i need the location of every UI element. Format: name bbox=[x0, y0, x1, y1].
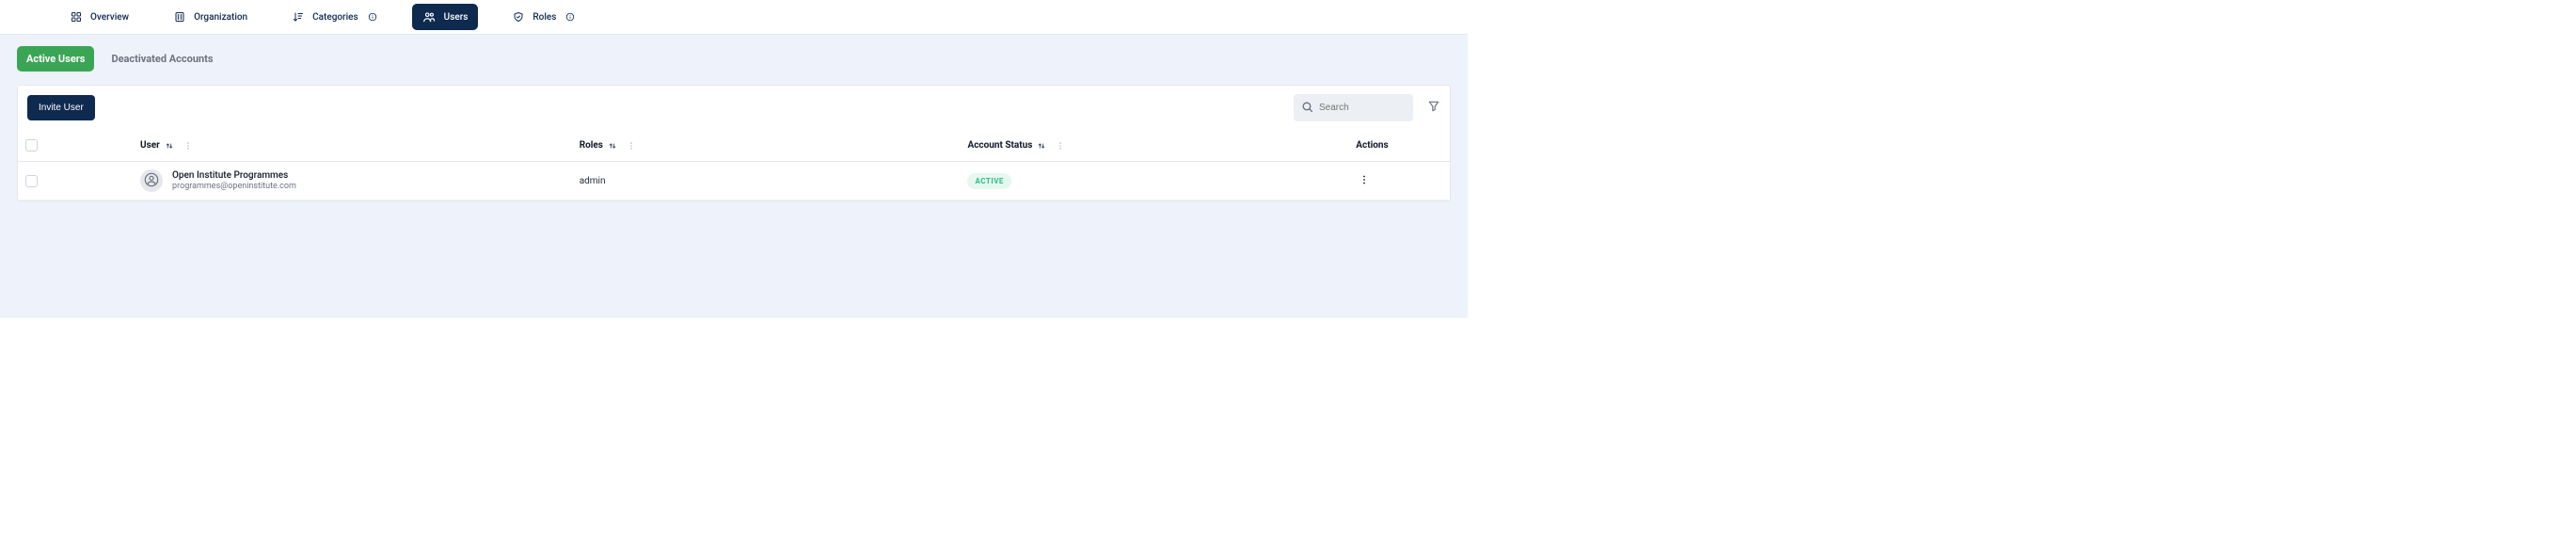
search-icon bbox=[1301, 99, 1313, 117]
nav-categories[interactable]: Categories bbox=[282, 5, 388, 29]
sort-arrows-icon[interactable] bbox=[1037, 141, 1046, 151]
tabs-row: Active Users Deactivated Accounts bbox=[17, 46, 1451, 72]
nav-roles[interactable]: Roles bbox=[502, 5, 585, 29]
nav-organization[interactable]: Organization bbox=[164, 5, 258, 29]
search-input[interactable] bbox=[1319, 103, 1406, 113]
filter-button[interactable] bbox=[1427, 102, 1440, 115]
user-name: Open Institute Programmes bbox=[172, 170, 296, 182]
tab-label: Deactivated Accounts bbox=[111, 53, 213, 65]
vertical-dots-icon[interactable] bbox=[1056, 141, 1065, 151]
user-circle-icon bbox=[144, 172, 159, 190]
sort-arrows-icon[interactable] bbox=[165, 141, 174, 151]
vertical-dots-icon[interactable] bbox=[183, 141, 193, 151]
funnel-icon bbox=[1427, 99, 1440, 117]
nav-label: Users bbox=[444, 12, 469, 23]
table-header-row: User bbox=[18, 130, 1450, 162]
col-header-user: User bbox=[140, 140, 160, 151]
button-label: Invite User bbox=[39, 103, 84, 113]
table-row: Open Institute Programmes programmes@ope… bbox=[18, 162, 1450, 200]
top-nav: Overview Organization Categories bbox=[0, 0, 1468, 35]
nav-label: Categories bbox=[312, 12, 358, 23]
row-actions-button[interactable] bbox=[1356, 172, 1373, 189]
col-header-actions: Actions bbox=[1356, 140, 1388, 151]
nav-users[interactable]: Users bbox=[412, 4, 479, 30]
col-header-roles: Roles bbox=[580, 140, 603, 151]
page-area: Active Users Deactivated Accounts Invite… bbox=[0, 35, 1468, 318]
sort-arrows-icon[interactable] bbox=[608, 141, 617, 151]
invite-user-button[interactable]: Invite User bbox=[27, 95, 95, 120]
nav-overview[interactable]: Overview bbox=[60, 5, 139, 29]
tab-deactivated-accounts[interactable]: Deactivated Accounts bbox=[102, 46, 222, 72]
vertical-dots-icon[interactable] bbox=[627, 141, 636, 151]
tab-label: Active Users bbox=[26, 53, 85, 65]
building-icon bbox=[174, 11, 185, 23]
grid-icon bbox=[71, 11, 82, 23]
select-all-checkbox[interactable] bbox=[25, 139, 38, 152]
user-email: programmes@openinstitute.com bbox=[172, 182, 296, 192]
tab-active-users[interactable]: Active Users bbox=[17, 46, 94, 72]
status-badge: ACTIVE bbox=[967, 173, 1010, 189]
vertical-dots-icon bbox=[1359, 174, 1370, 188]
col-header-status: Account Status bbox=[967, 140, 1032, 151]
row-checkbox[interactable] bbox=[25, 175, 38, 187]
nav-label: Roles bbox=[533, 12, 556, 23]
users-table: User bbox=[18, 130, 1450, 200]
role-value: admin bbox=[580, 176, 606, 186]
info-circle-icon[interactable] bbox=[368, 12, 377, 22]
users-card: Invite User bbox=[17, 85, 1451, 201]
nav-label: Overview bbox=[90, 12, 129, 23]
avatar bbox=[140, 169, 163, 192]
card-toolbar: Invite User bbox=[18, 86, 1450, 130]
shield-check-icon bbox=[513, 11, 524, 23]
users-group-icon bbox=[422, 10, 436, 24]
nav-label: Organization bbox=[194, 12, 247, 23]
sort-desc-icon bbox=[293, 11, 304, 23]
search-wrap[interactable] bbox=[1294, 94, 1413, 121]
user-cell: Open Institute Programmes programmes@ope… bbox=[140, 169, 564, 192]
info-circle-icon[interactable] bbox=[565, 12, 575, 22]
